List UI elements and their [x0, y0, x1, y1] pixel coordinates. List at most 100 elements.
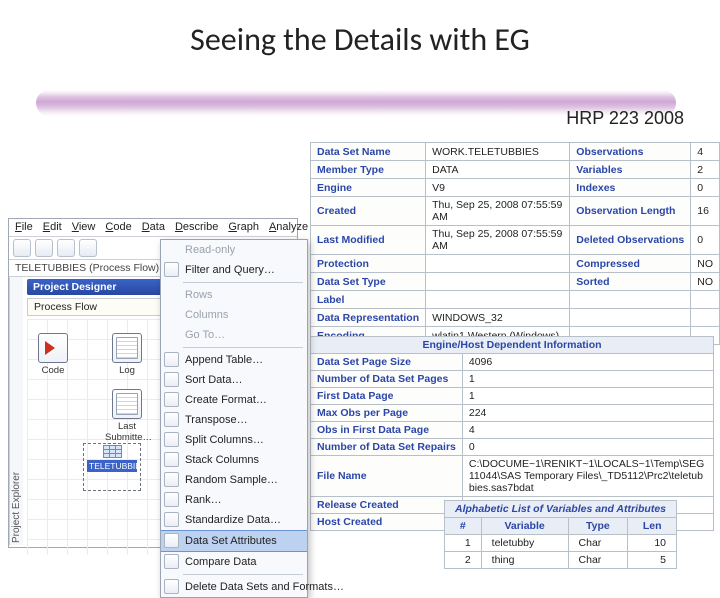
ctx-read-only: Read-only — [161, 240, 307, 260]
ctx-label: Transpose… — [185, 414, 248, 426]
attr-key: Last Modified — [311, 226, 426, 255]
ctx-split-columns[interactable]: Split Columns… — [161, 430, 307, 450]
ctx-label: Append Table… — [185, 354, 263, 366]
menu-graph[interactable]: Graph — [228, 221, 259, 233]
menu-edit[interactable]: Edit — [43, 221, 62, 233]
ctx-label: Sort Data… — [185, 374, 242, 386]
menu-analyze[interactable]: Analyze — [269, 221, 308, 233]
attr-key: Observations — [570, 143, 691, 161]
engine-key: Release Created — [311, 497, 463, 514]
course-code: HRP 223 2008 — [566, 108, 684, 129]
menu-item-icon — [164, 352, 179, 367]
menu-item-icon — [164, 492, 179, 507]
ctx-random-sample[interactable]: Random Sample… — [161, 470, 307, 490]
menu-item-icon — [164, 452, 179, 467]
project-designer-pane: Project Designer Process Flow Code Log L… — [23, 277, 175, 545]
attr-key: Protection — [311, 255, 426, 273]
slide-title: Seeing the Details with EG — [0, 20, 720, 59]
varlist-caption: Alphabetic List of Variables and Attribu… — [445, 501, 677, 518]
engine-key: Host Created — [311, 514, 463, 531]
attr-key: Engine — [311, 179, 426, 197]
attr-value — [691, 291, 720, 309]
varlist-cell: teletubby — [481, 535, 568, 552]
ctx-label: Standardize Data… — [185, 514, 281, 526]
ctx-transpose[interactable]: Transpose… — [161, 410, 307, 430]
ctx-compare-data[interactable]: Compare Data — [161, 552, 307, 572]
context-menu[interactable]: Read-onlyFilter and Query… Rows Columns Go … — [160, 239, 308, 598]
ctx-data-set-attributes[interactable]: Data Set Attributes — [161, 530, 307, 552]
menu-describe[interactable]: Describe — [175, 221, 218, 233]
menu-item-icon — [164, 262, 179, 277]
ctx-create-format[interactable]: Create Format… — [161, 390, 307, 410]
toolbar-new-icon[interactable] — [13, 239, 31, 257]
node-lastsub-label: Last Submitte… — [105, 421, 152, 443]
ctx-delete-data-sets-and-formats[interactable]: Delete Data Sets and Formats… — [161, 577, 307, 597]
process-flow-canvas[interactable]: Code Log Last Submitte… TELETUBBIES — [27, 319, 170, 555]
varlist-cell: 2 — [445, 552, 482, 569]
varlist-cell: Char — [568, 552, 628, 569]
attr-value — [426, 255, 570, 273]
engine-key: First Data Page — [311, 388, 463, 405]
attr-value: 16 — [691, 197, 720, 226]
attr-value: DATA — [426, 161, 570, 179]
ctx-label: Rank… — [185, 494, 222, 506]
process-flow-label[interactable]: Process Flow — [27, 298, 170, 316]
dataset-attributes-table: Data Set NameWORK.TELETUBBIESObservation… — [310, 142, 720, 345]
node-teletubbies[interactable]: TELETUBBIES — [87, 445, 137, 472]
menu-item-icon — [164, 472, 179, 487]
attr-value: WORK.TELETUBBIES — [426, 143, 570, 161]
ctx-sort-data[interactable]: Sort Data… — [161, 370, 307, 390]
side-tab-project-explorer[interactable]: Project Explorer — [9, 277, 23, 545]
menu-item-icon — [164, 392, 179, 407]
attr-value: NO — [691, 255, 720, 273]
varlist-cell: 10 — [628, 535, 677, 552]
menu-item-icon — [164, 554, 179, 569]
engine-key: Number of Data Set Pages — [311, 371, 463, 388]
attr-key: Compressed — [570, 255, 691, 273]
engine-value: 1 — [462, 371, 713, 388]
dataset-icon — [103, 445, 122, 458]
ctx-append-table[interactable]: Append Table… — [161, 350, 307, 370]
node-log[interactable]: Log — [105, 333, 149, 376]
toolbar-save-icon[interactable] — [57, 239, 75, 257]
engine-host-header: Engine/Host Dependent Information — [311, 337, 714, 354]
attr-key: Member Type — [311, 161, 426, 179]
engine-key: File Name — [311, 456, 463, 497]
varlist-col: # — [445, 518, 482, 535]
ctx-rows: Rows — [161, 285, 307, 305]
menu-view[interactable]: View — [72, 221, 96, 233]
ctx-go-to: Go To… — [161, 325, 307, 345]
attr-value — [691, 309, 720, 327]
node-last-submitted[interactable]: Last Submitte… — [105, 389, 149, 443]
menu-data[interactable]: Data — [142, 221, 165, 233]
ctx-label: Columns — [185, 309, 228, 321]
runner-icon — [38, 333, 68, 363]
varlist-cell: 5 — [628, 552, 677, 569]
attr-value: 0 — [691, 179, 720, 197]
attr-key: Indexes — [570, 179, 691, 197]
engine-key: Obs in First Data Page — [311, 422, 463, 439]
toolbar-open-icon[interactable] — [35, 239, 53, 257]
menu-item-icon — [164, 432, 179, 447]
ctx-standardize-data[interactable]: Standardize Data… — [161, 510, 307, 530]
engine-value: 224 — [462, 405, 713, 422]
attr-value: 2 — [691, 161, 720, 179]
toolbar-print-icon[interactable] — [79, 239, 97, 257]
attr-value: V9 — [426, 179, 570, 197]
menu-file[interactable]: File — [15, 221, 33, 233]
ctx-filter-and-query[interactable]: Filter and Query… — [161, 260, 307, 280]
ctx-label: Split Columns… — [185, 434, 264, 446]
sheet-icon — [112, 333, 142, 363]
node-code[interactable]: Code — [31, 333, 75, 376]
attr-key: Created — [311, 197, 426, 226]
attr-value — [426, 291, 570, 309]
menu-separator — [183, 282, 303, 283]
eg-menubar[interactable]: FileEditViewCodeDataDescribeGraphAnalyze — [9, 219, 297, 237]
menu-code[interactable]: Code — [105, 221, 131, 233]
ctx-label: Random Sample… — [185, 474, 278, 486]
engine-key: Data Set Page Size — [311, 354, 463, 371]
ctx-rank[interactable]: Rank… — [161, 490, 307, 510]
ctx-stack-columns[interactable]: Stack Columns — [161, 450, 307, 470]
attr-value — [426, 273, 570, 291]
attr-key: Variables — [570, 161, 691, 179]
